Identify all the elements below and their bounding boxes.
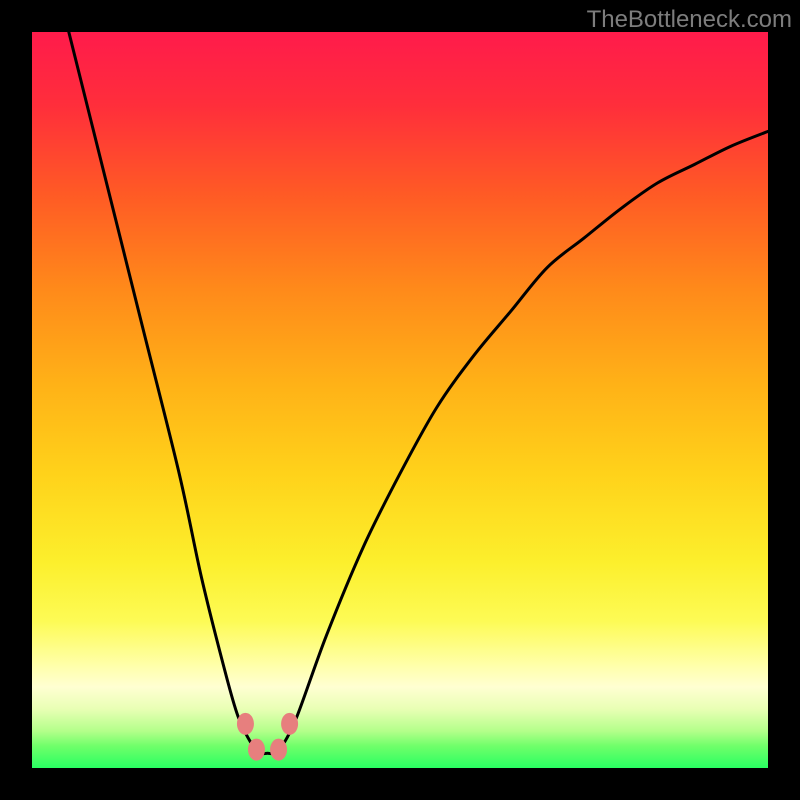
chart-frame [32,32,768,768]
watermark-text: TheBottleneck.com [587,6,792,34]
plot-area [32,32,768,768]
background-gradient [32,32,768,768]
